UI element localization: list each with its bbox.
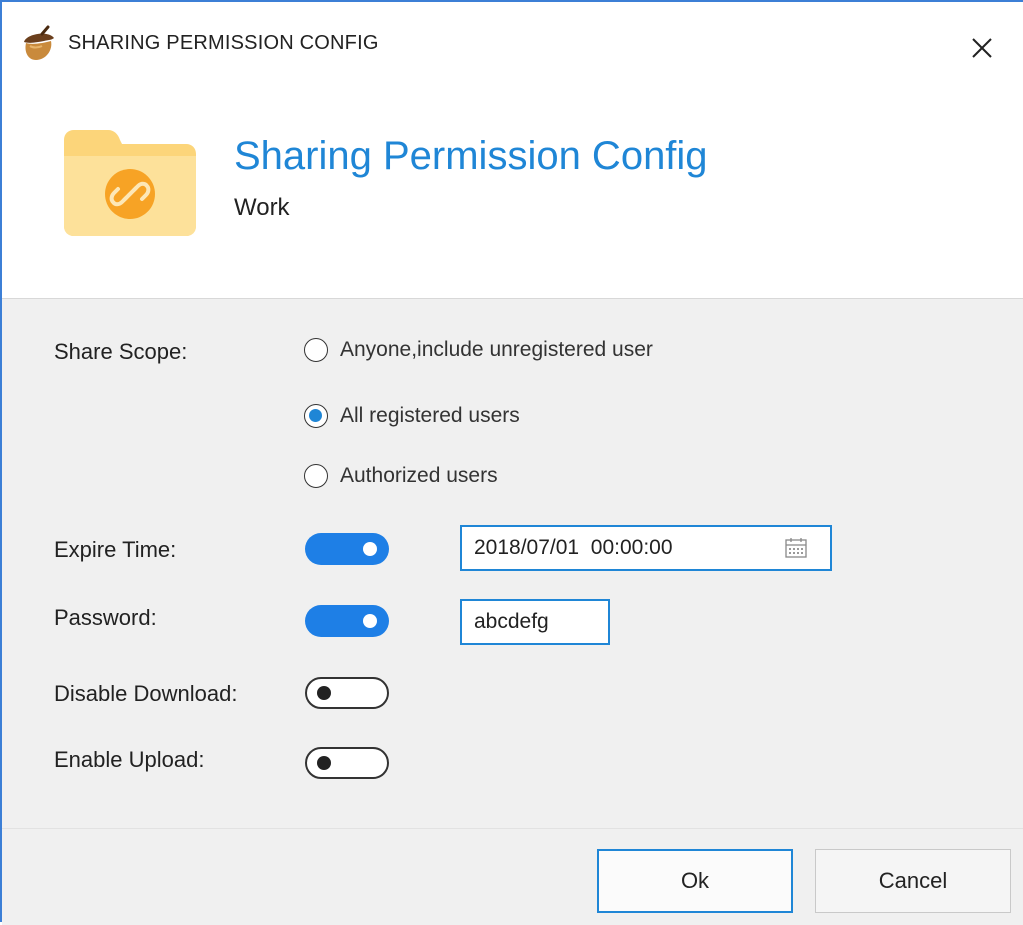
radio-label: All registered users xyxy=(340,404,520,427)
ok-button[interactable]: Ok xyxy=(597,849,793,913)
toggle-knob xyxy=(317,686,331,700)
radio-button[interactable] xyxy=(304,464,328,488)
cancel-button[interactable]: Cancel xyxy=(815,849,1011,913)
dialog-heading: Sharing Permission Config xyxy=(234,134,708,178)
password-label: Password: xyxy=(54,605,157,630)
disable-download-label: Disable Download: xyxy=(54,681,238,706)
password-input[interactable] xyxy=(460,599,610,645)
calendar-icon[interactable] xyxy=(784,537,808,559)
enable-upload-toggle[interactable] xyxy=(305,747,389,779)
toggle-knob xyxy=(317,756,331,770)
radio-label: Authorized users xyxy=(340,464,498,487)
folder-name: Work xyxy=(234,194,290,221)
radio-button[interactable] xyxy=(304,338,328,362)
radio-authorized[interactable]: Authorized users xyxy=(304,461,498,491)
settings-panel: Share Scope: Anyone,include unregistered… xyxy=(2,298,1023,829)
radio-anyone[interactable]: Anyone,include unregistered user xyxy=(304,335,653,365)
dialog-footer: Ok Cancel xyxy=(2,828,1023,925)
radio-button-selected[interactable] xyxy=(304,404,328,428)
toggle-knob xyxy=(363,542,377,556)
dialog-window: SHARING PERMISSION CONFIG Sharing Permis… xyxy=(0,0,1023,925)
window-title: SHARING PERMISSION CONFIG xyxy=(68,32,379,54)
share-scope-label: Share Scope: xyxy=(54,339,188,364)
expire-time-label: Expire Time: xyxy=(54,537,177,562)
expire-time-input[interactable] xyxy=(460,525,832,571)
toggle-knob xyxy=(363,614,377,628)
close-icon[interactable] xyxy=(962,28,1002,68)
radio-label: Anyone,include unregistered user xyxy=(340,338,653,361)
dialog-header: Sharing Permission Config Work xyxy=(2,80,1023,298)
acorn-icon xyxy=(24,25,54,60)
title-bar: SHARING PERMISSION CONFIG xyxy=(2,2,1023,80)
password-toggle[interactable] xyxy=(305,605,389,637)
folder-link-icon xyxy=(64,130,196,236)
expire-time-toggle[interactable] xyxy=(305,533,389,565)
disable-download-toggle[interactable] xyxy=(305,677,389,709)
radio-all-registered[interactable]: All registered users xyxy=(304,401,520,431)
enable-upload-label: Enable Upload: xyxy=(54,747,205,772)
